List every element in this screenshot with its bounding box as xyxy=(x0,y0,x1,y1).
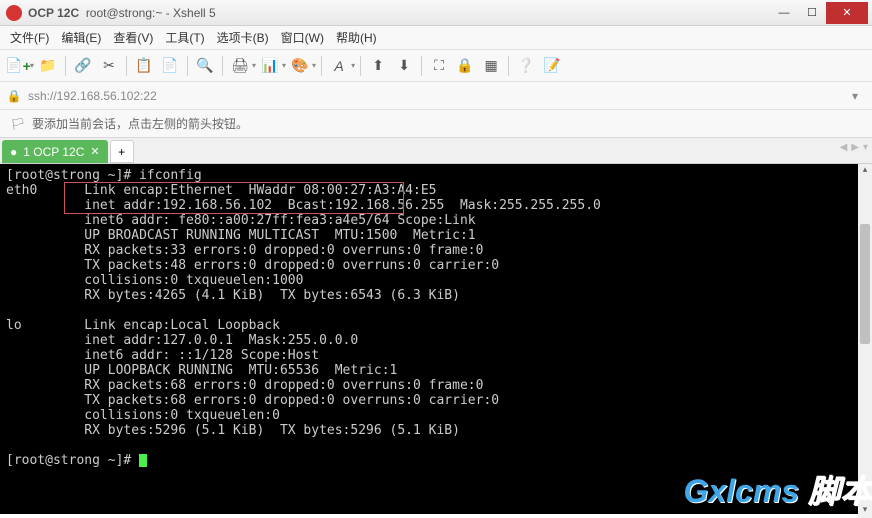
dropdown-icon[interactable]: ▾ xyxy=(30,61,34,70)
scroll-up-icon[interactable]: ▴ xyxy=(858,164,872,178)
window-title: OCP 12C root@strong:~ - Xshell 5 xyxy=(28,6,770,20)
highlight-button[interactable]: ▦ xyxy=(479,54,503,78)
search-button[interactable]: 🔍 xyxy=(193,54,217,78)
disconnect-button[interactable]: ✂ xyxy=(97,54,121,78)
address-input[interactable]: ssh://192.168.56.102:22 xyxy=(28,89,838,103)
open-button[interactable]: 📁 xyxy=(36,54,60,78)
separator xyxy=(187,56,188,76)
title-bar: OCP 12C root@strong:~ - Xshell 5 — ☐ ✕ xyxy=(0,0,872,26)
separator xyxy=(421,56,422,76)
dropdown-icon[interactable]: ▾ xyxy=(282,61,286,70)
new-session-button[interactable]: 📄+ xyxy=(6,54,30,78)
menu-help[interactable]: 帮助(H) xyxy=(330,26,383,49)
watermark: Gxlcms 脚本 xyxy=(683,466,872,512)
dot-icon: ● xyxy=(10,145,17,159)
add-tab-button[interactable]: + xyxy=(110,140,134,163)
toolbar: 📄+▾ 📁 🔗 ✂ 📋 📄 🔍 🖨▾ 📊▾ 🎨▾ A▾ ⬆ ⬇ ⛶ 🔒 ▦ ❔ … xyxy=(0,50,872,82)
lock-icon: 🔒 xyxy=(6,89,22,103)
transfer-button[interactable]: ⬆ xyxy=(366,54,390,78)
font-button[interactable]: A xyxy=(327,54,351,78)
scroll-thumb[interactable] xyxy=(860,224,870,344)
copy-button[interactable]: 📋 xyxy=(132,54,156,78)
menu-file[interactable]: 文件(F) xyxy=(4,26,55,49)
prev-tab-icon[interactable]: ◀ xyxy=(840,142,848,153)
menu-window[interactable]: 窗口(W) xyxy=(275,26,330,49)
tab-list-icon[interactable]: ▾ xyxy=(863,142,868,153)
dropdown-icon[interactable]: ▾ xyxy=(844,89,866,103)
tab-nav: ◀ ▶ ▾ xyxy=(840,142,868,153)
dropdown-icon[interactable]: ▾ xyxy=(351,61,355,70)
menu-view[interactable]: 查看(V) xyxy=(107,26,159,49)
hint-bar: 🏳 要添加当前会话，点击左侧的箭头按钮。 xyxy=(0,110,872,138)
menu-edit[interactable]: 编辑(E) xyxy=(55,26,107,49)
help-button[interactable]: ❔ xyxy=(514,54,538,78)
dropdown-icon[interactable]: ▾ xyxy=(312,61,316,70)
address-bar: 🔒 ssh://192.168.56.102:22 ▾ xyxy=(0,82,872,110)
lock-button[interactable]: 🔒 xyxy=(453,54,477,78)
window-controls: — ☐ ✕ xyxy=(770,2,868,24)
minimize-button[interactable]: — xyxy=(770,2,798,24)
dropdown-icon[interactable]: ▾ xyxy=(252,61,256,70)
terminal[interactable]: [root@strong ~]# ifconfig eth0 Link enca… xyxy=(0,164,872,514)
menu-bar: 文件(F) 编辑(E) 查看(V) 工具(T) 选项卡(B) 窗口(W) 帮助(… xyxy=(0,26,872,50)
separator xyxy=(222,56,223,76)
print-button[interactable]: 🖨 xyxy=(228,54,252,78)
properties-button[interactable]: 📊 xyxy=(258,54,282,78)
fullscreen-button[interactable]: ⛶ xyxy=(427,54,451,78)
separator xyxy=(321,56,322,76)
separator xyxy=(126,56,127,76)
close-button[interactable]: ✕ xyxy=(826,2,868,24)
app-icon xyxy=(6,5,22,21)
download-button[interactable]: ⬇ xyxy=(392,54,416,78)
compose-button[interactable]: 📝 xyxy=(540,54,564,78)
hint-text: 要添加当前会话，点击左侧的箭头按钮。 xyxy=(32,115,248,132)
menu-tools[interactable]: 工具(T) xyxy=(159,26,210,49)
maximize-button[interactable]: ☐ xyxy=(798,2,826,24)
session-tab[interactable]: ● 1 OCP 12C ✕ xyxy=(2,140,108,163)
next-tab-icon[interactable]: ▶ xyxy=(851,142,859,153)
cursor xyxy=(139,454,147,467)
reconnect-button[interactable]: 🔗 xyxy=(71,54,95,78)
scrollbar[interactable]: ▴ ▾ xyxy=(858,164,872,518)
color-button[interactable]: 🎨 xyxy=(288,54,312,78)
paste-button[interactable]: 📄 xyxy=(158,54,182,78)
tab-label: 1 OCP 12C xyxy=(23,145,84,159)
separator xyxy=(508,56,509,76)
separator xyxy=(65,56,66,76)
separator xyxy=(360,56,361,76)
menu-tabs[interactable]: 选项卡(B) xyxy=(211,26,275,49)
tab-bar: ● 1 OCP 12C ✕ + ◀ ▶ ▾ xyxy=(0,138,872,164)
close-icon[interactable]: ✕ xyxy=(90,145,99,158)
highlight-box xyxy=(64,182,404,214)
bookmark-icon[interactable]: 🏳 xyxy=(10,117,26,131)
